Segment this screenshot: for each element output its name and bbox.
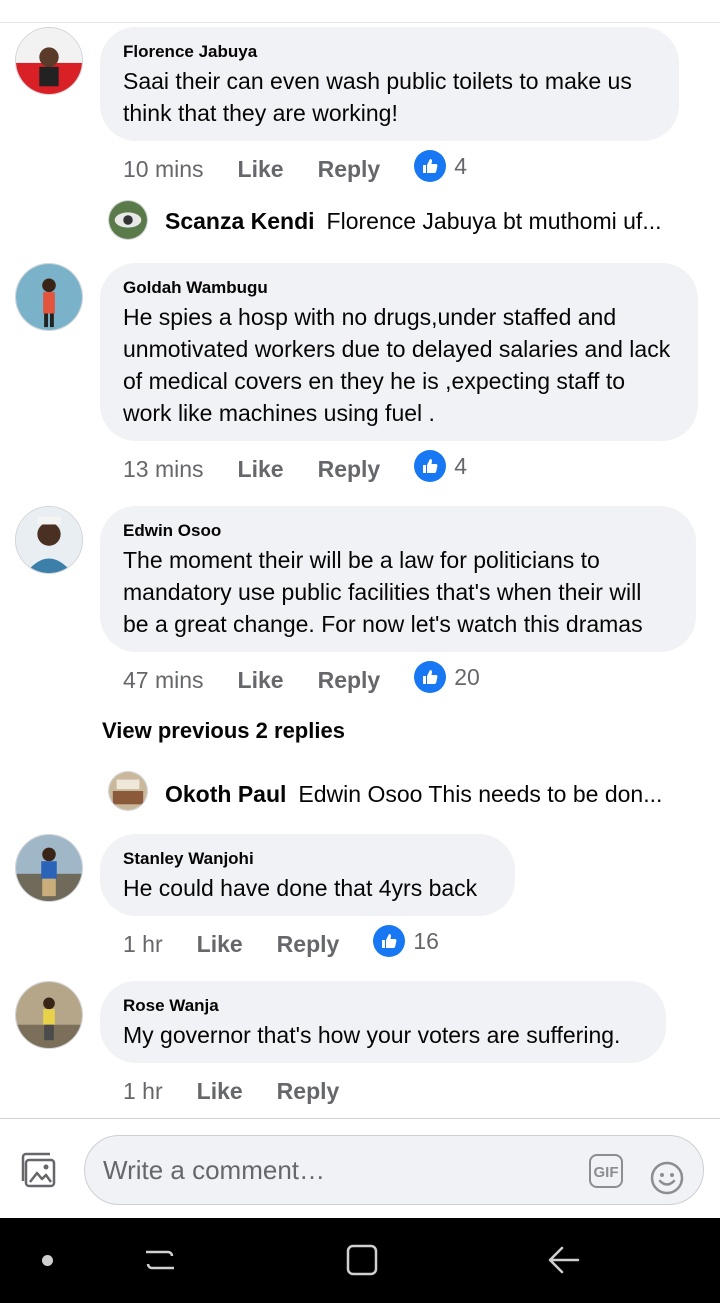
comment-author[interactable]: Florence Jabuya	[123, 41, 655, 63]
avatar[interactable]	[15, 506, 83, 574]
comment-text: The moment their will be a law for polit…	[123, 547, 643, 637]
like-reaction-icon	[414, 661, 447, 693]
reaction-count[interactable]: 4	[414, 450, 468, 482]
comment-text: Saai their can even wash public toilets …	[123, 68, 632, 126]
comment-time[interactable]: 13 mins	[123, 456, 204, 483]
reaction-count[interactable]: 20	[414, 661, 480, 693]
comment-actions: 47 mins Like Reply 20	[123, 661, 480, 696]
like-button[interactable]: Like	[238, 456, 284, 483]
back-nav-icon[interactable]	[546, 1242, 582, 1283]
like-button[interactable]: Like	[197, 931, 243, 958]
comment-time[interactable]: 47 mins	[123, 667, 204, 694]
comment-text: He could have done that 4yrs back	[123, 875, 478, 901]
comment-time[interactable]: 1 hr	[123, 1078, 163, 1105]
view-previous-replies[interactable]: View previous 2 replies	[102, 718, 345, 744]
comment-bubble: Rose Wanja My governor that's how your v…	[100, 981, 666, 1063]
comment-text: He spies a hosp with no drugs,under staf…	[123, 304, 671, 426]
reply-button[interactable]: Reply	[318, 667, 381, 694]
reaction-count[interactable]: 16	[373, 925, 439, 957]
nav-dot-icon[interactable]	[42, 1255, 53, 1266]
avatar[interactable]	[15, 263, 83, 331]
like-reaction-icon	[414, 150, 447, 182]
comment-actions: 10 mins Like Reply 4	[123, 150, 468, 185]
reply-text: Edwin Osoo This needs to be don...	[298, 781, 663, 807]
reply-button[interactable]: Reply	[318, 156, 381, 183]
comment-author[interactable]: Goldah Wambugu	[123, 277, 674, 299]
photo-icon[interactable]	[20, 1151, 60, 1191]
reaction-number: 4	[454, 152, 468, 179]
avatar[interactable]	[15, 834, 83, 902]
comment-bubble: Goldah Wambugu He spies a hosp with no d…	[100, 263, 698, 441]
like-reaction-icon	[373, 925, 406, 957]
reply-author[interactable]: Okoth Paul	[165, 781, 286, 808]
comment-time[interactable]: 10 mins	[123, 156, 204, 183]
comment-time[interactable]: 1 hr	[123, 931, 163, 958]
comment-actions: 13 mins Like Reply 4	[123, 450, 468, 485]
comment-composer-bar: Write a comment… GIF	[0, 1118, 720, 1219]
reply-button[interactable]: Reply	[318, 456, 381, 483]
avatar[interactable]	[15, 27, 83, 95]
gif-icon[interactable]: GIF	[589, 1154, 623, 1188]
like-button[interactable]: Like	[197, 1078, 243, 1105]
recents-nav-icon[interactable]	[142, 1242, 178, 1283]
emoji-icon[interactable]	[649, 1153, 685, 1195]
comment-actions: 1 hr Like Reply 16	[123, 925, 439, 960]
avatar[interactable]	[15, 981, 83, 1049]
reply-button[interactable]: Reply	[277, 1078, 340, 1105]
reaction-number: 4	[454, 452, 468, 479]
comment-input[interactable]: Write a comment… GIF	[84, 1135, 704, 1205]
comment-author[interactable]: Edwin Osoo	[123, 520, 672, 542]
system-nav-bar	[0, 1218, 720, 1303]
reaction-count[interactable]: 4	[414, 150, 468, 182]
reply-author[interactable]: Scanza Kendi	[165, 208, 315, 235]
home-nav-icon[interactable]	[344, 1242, 380, 1283]
reply-text: Florence Jabuya bt muthomi uf...	[326, 208, 662, 234]
reaction-number: 20	[454, 663, 480, 690]
like-button[interactable]: Like	[238, 156, 284, 183]
like-reaction-icon	[414, 450, 447, 482]
comment-author[interactable]: Rose Wanja	[123, 995, 642, 1017]
reply-button[interactable]: Reply	[277, 931, 340, 958]
comment-bubble: Stanley Wanjohi He could have done that …	[100, 834, 515, 916]
comment-bubble: Edwin Osoo The moment their will be a la…	[100, 506, 696, 652]
comment-input-placeholder: Write a comment…	[103, 1155, 326, 1185]
reply-preview[interactable]: Scanza Kendi Florence Jabuya bt muthomi …	[108, 208, 678, 235]
comment-actions: 1 hr Like Reply	[123, 1075, 373, 1107]
like-button[interactable]: Like	[238, 667, 284, 694]
top-divider	[0, 22, 720, 23]
comment-text: My governor that's how your voters are s…	[123, 1022, 621, 1048]
reply-preview[interactable]: Okoth Paul Edwin Osoo This needs to be d…	[108, 781, 678, 808]
comment-bubble: Florence Jabuya Saai their can even wash…	[100, 27, 679, 141]
comment-author[interactable]: Stanley Wanjohi	[123, 848, 491, 870]
reaction-number: 16	[413, 927, 439, 954]
